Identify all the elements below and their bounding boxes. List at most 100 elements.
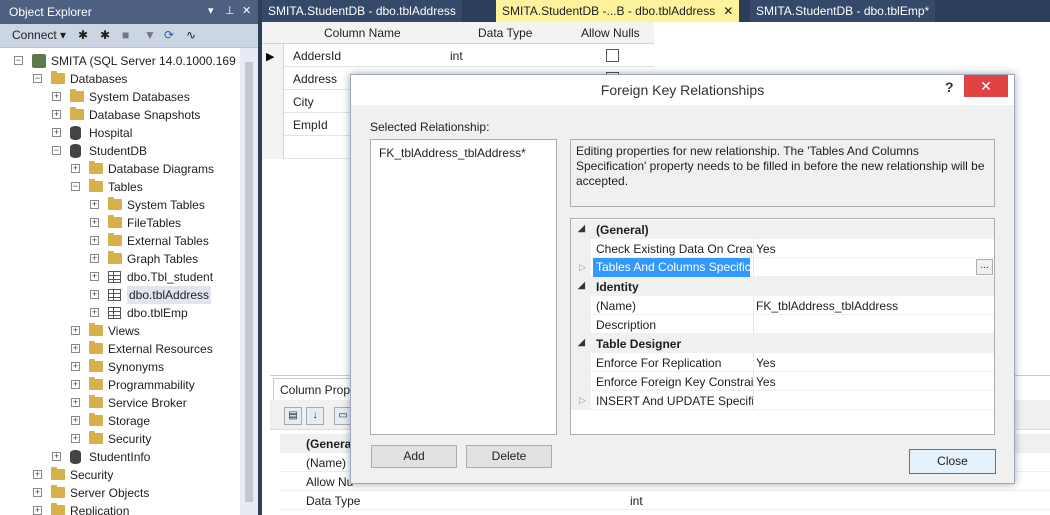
property-row[interactable]: (Name) FK_tblAddress_tblAddress bbox=[571, 296, 994, 315]
expand-icon[interactable]: + bbox=[90, 218, 99, 227]
row-header[interactable] bbox=[262, 90, 284, 113]
expand-arrow-icon[interactable]: ▷ bbox=[579, 395, 586, 406]
relationship-item[interactable]: FK_tblAddress_tblAddress* bbox=[379, 146, 526, 160]
row-header[interactable] bbox=[262, 67, 284, 90]
ellipsis-button[interactable]: ... bbox=[976, 259, 993, 275]
tab-tbladdress[interactable]: SMITA.StudentDB - dbo.tblAddress bbox=[262, 0, 462, 22]
expand-icon[interactable]: + bbox=[71, 398, 80, 407]
expand-icon[interactable]: + bbox=[71, 380, 80, 389]
expand-icon[interactable]: + bbox=[71, 434, 80, 443]
expand-icon[interactable]: + bbox=[52, 110, 61, 119]
expand-icon[interactable]: + bbox=[33, 506, 42, 515]
collapse-icon[interactable]: − bbox=[33, 74, 42, 83]
expand-icon[interactable]: + bbox=[71, 344, 80, 353]
close-icon[interactable]: ✕ bbox=[242, 4, 251, 17]
tree-node[interactable]: + dbo.Tbl_student bbox=[0, 268, 240, 286]
expand-icon[interactable]: + bbox=[52, 128, 61, 137]
tree-node[interactable]: + Database Snapshots bbox=[0, 106, 240, 124]
tree-node[interactable]: + Security bbox=[0, 430, 240, 448]
activity-monitor-icon[interactable]: ∿ bbox=[186, 28, 196, 42]
table-row[interactable]: ▶ AddersId int bbox=[262, 44, 654, 67]
expand-icon[interactable]: + bbox=[71, 164, 80, 173]
tree-node[interactable]: − Databases bbox=[0, 70, 240, 88]
tab-close-icon[interactable]: ✕ bbox=[723, 4, 733, 18]
tree-node[interactable]: + Replication bbox=[0, 502, 240, 515]
connect-plug-icon[interactable]: ✱ bbox=[78, 28, 88, 42]
property-value[interactable]: Yes bbox=[756, 242, 776, 256]
tree-node[interactable]: + System Databases bbox=[0, 88, 240, 106]
column-name-cell[interactable]: City bbox=[293, 95, 314, 109]
scrollbar-thumb[interactable] bbox=[245, 62, 253, 502]
collapse-icon[interactable]: − bbox=[52, 146, 61, 155]
pin-icon[interactable]: ⊥ bbox=[225, 4, 235, 17]
property-row[interactable]: ▷ INSERT And UPDATE Specific bbox=[571, 391, 994, 410]
row-header[interactable]: ▶ bbox=[262, 44, 284, 67]
property-row[interactable]: Description bbox=[571, 315, 994, 334]
categorized-icon[interactable]: ▤ bbox=[284, 407, 302, 425]
expand-icon[interactable]: + bbox=[33, 488, 42, 497]
expand-icon[interactable]: + bbox=[52, 92, 61, 101]
allow-nulls-checkbox[interactable] bbox=[606, 49, 619, 62]
column-name-cell[interactable]: AddersId bbox=[293, 49, 341, 63]
tree-node[interactable]: + Security bbox=[0, 466, 240, 484]
tree-node[interactable]: + Hospital bbox=[0, 124, 240, 142]
expand-icon[interactable]: + bbox=[90, 308, 99, 317]
tree-node[interactable]: − SMITA (SQL Server 14.0.1000.169 - S bbox=[0, 52, 240, 70]
property-row[interactable]: ▷ Tables And Columns Specific... bbox=[571, 258, 994, 277]
expand-icon[interactable]: + bbox=[33, 470, 42, 479]
tree-node[interactable]: + Server Objects bbox=[0, 484, 240, 502]
tree-node[interactable]: + External Resources bbox=[0, 340, 240, 358]
refresh-icon[interactable]: ⟳ bbox=[164, 28, 174, 42]
property-row[interactable]: Data Type int bbox=[280, 491, 1050, 510]
expand-icon[interactable]: + bbox=[71, 362, 80, 371]
property-value[interactable]: Yes bbox=[756, 356, 776, 370]
filter-icon[interactable]: ▼ bbox=[144, 28, 156, 42]
collapse-icon[interactable]: − bbox=[71, 182, 80, 191]
alphabetical-icon[interactable]: ↓ bbox=[306, 407, 324, 425]
expand-icon[interactable]: + bbox=[90, 254, 99, 263]
help-icon[interactable]: ? bbox=[945, 79, 954, 95]
object-explorer-scrollbar[interactable] bbox=[240, 48, 258, 515]
dropdown-icon[interactable]: ▾ bbox=[208, 4, 214, 17]
row-header[interactable] bbox=[262, 136, 284, 159]
tree-node[interactable]: + System Tables bbox=[0, 196, 240, 214]
tree-node[interactable]: + Graph Tables bbox=[0, 250, 240, 268]
tree-node[interactable]: + Programmability bbox=[0, 376, 240, 394]
close-button[interactable]: Close bbox=[909, 449, 996, 474]
tree-node[interactable]: + Service Broker bbox=[0, 394, 240, 412]
column-name-cell[interactable]: Address bbox=[293, 72, 337, 86]
collapse-arrow-icon[interactable]: ◢ bbox=[578, 337, 585, 348]
expand-arrow-icon[interactable]: ▷ bbox=[579, 262, 586, 273]
tree-node[interactable]: + Database Diagrams bbox=[0, 160, 240, 178]
collapse-arrow-icon[interactable]: ◢ bbox=[578, 280, 585, 291]
collapse-arrow-icon[interactable]: ◢ bbox=[578, 223, 585, 234]
tree-node[interactable]: + dbo.tblAddress bbox=[0, 286, 240, 304]
tree-node[interactable]: + Storage bbox=[0, 412, 240, 430]
stop-icon[interactable]: ■ bbox=[122, 28, 129, 42]
property-value[interactable]: FK_tblAddress_tblAddress bbox=[756, 299, 898, 313]
property-row[interactable]: Check Existing Data On CreationYes bbox=[571, 239, 994, 258]
expand-icon[interactable]: + bbox=[52, 452, 61, 461]
property-row[interactable]: Enforce Foreign Key Constraint Yes bbox=[571, 372, 994, 391]
delete-button[interactable]: Delete bbox=[466, 445, 552, 468]
property-category[interactable]: ◢ Table Designer bbox=[571, 334, 994, 353]
expand-icon[interactable]: + bbox=[90, 272, 99, 281]
expand-icon[interactable]: + bbox=[90, 290, 99, 299]
property-row[interactable]: Enforce For Replication Yes bbox=[571, 353, 994, 372]
tab-tbladdress-active[interactable]: SMITA.StudentDB -...B - dbo.tblAddress ✕ bbox=[496, 0, 740, 22]
tree-node[interactable]: + Synonyms bbox=[0, 358, 240, 376]
row-header[interactable] bbox=[262, 113, 284, 136]
tree-node[interactable]: + FileTables bbox=[0, 214, 240, 232]
tree-node[interactable]: + dbo.tblEmp bbox=[0, 304, 240, 322]
expand-icon[interactable]: + bbox=[90, 236, 99, 245]
add-button[interactable]: Add bbox=[371, 445, 457, 468]
disconnect-icon[interactable]: ✱ bbox=[100, 28, 110, 42]
tree-node[interactable]: − Tables bbox=[0, 178, 240, 196]
tab-tblemp[interactable]: SMITA.StudentDB - dbo.tblEmp* bbox=[750, 0, 936, 22]
property-value[interactable]: Yes bbox=[756, 375, 776, 389]
expand-icon[interactable]: + bbox=[90, 200, 99, 209]
collapse-icon[interactable]: − bbox=[14, 56, 23, 65]
data-type-cell[interactable]: int bbox=[450, 49, 463, 63]
dialog-close-button[interactable]: ✕ bbox=[964, 75, 1008, 97]
tree-node[interactable]: − StudentDB bbox=[0, 142, 240, 160]
